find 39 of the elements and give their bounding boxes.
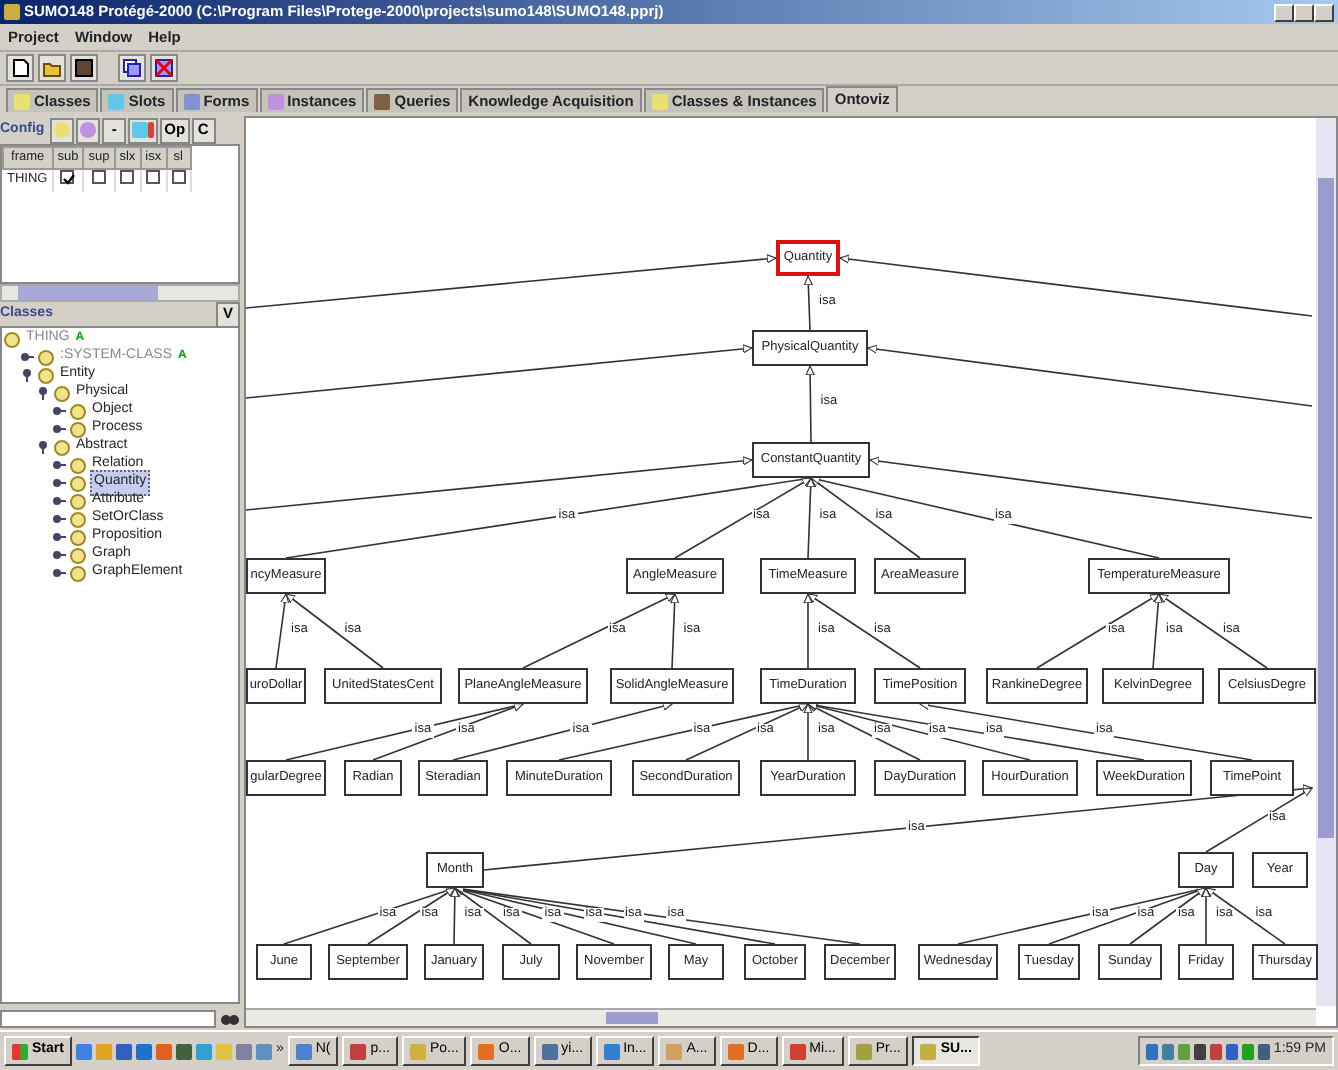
- scroll-bar[interactable]: [1316, 118, 1336, 1006]
- expand-handle-icon[interactable]: [52, 566, 66, 580]
- expand-handle-icon[interactable]: [52, 422, 66, 436]
- binoculars-icon[interactable]: [220, 1010, 240, 1026]
- search-field[interactable]: [0, 1009, 216, 1027]
- expand-handle-icon[interactable]: [52, 494, 66, 508]
- maximize-button[interactable]: [1294, 3, 1314, 21]
- expand-handle-icon[interactable]: [52, 458, 66, 472]
- expand-handle-icon[interactable]: [52, 404, 66, 418]
- tab-icon: [183, 93, 200, 109]
- tab-icon: [108, 93, 125, 109]
- collapse-handle-icon[interactable]: [36, 386, 50, 400]
- tab-icon: [267, 93, 284, 109]
- add-class-icon[interactable]: [76, 117, 101, 143]
- edge-arrow: [805, 365, 815, 443]
- expand-handle-icon[interactable]: [52, 476, 66, 490]
- collapse-handle-icon[interactable]: [20, 368, 34, 382]
- add-class-icon[interactable]: [50, 117, 75, 143]
- collapse-handle-icon[interactable]: [36, 440, 50, 454]
- minimize-button[interactable]: [1274, 3, 1294, 21]
- expand-handle-icon[interactable]: [20, 350, 34, 364]
- expand-handle-icon[interactable]: [52, 530, 66, 544]
- delete-icon[interactable]: [150, 54, 178, 82]
- tab-icon: [651, 93, 668, 109]
- class-icon: [4, 331, 20, 347]
- close-button[interactable]: [1314, 3, 1334, 21]
- slot-icon[interactable]: [128, 117, 159, 143]
- tab-icon: [374, 93, 391, 109]
- folder-icon[interactable]: [38, 54, 66, 82]
- copy-icon[interactable]: [118, 54, 146, 82]
- expand-handle-icon[interactable]: [52, 512, 66, 526]
- save-icon[interactable]: [70, 54, 98, 82]
- scroll-bar[interactable]: [0, 284, 240, 302]
- app-icon: [4, 4, 20, 20]
- new-file-icon[interactable]: [6, 54, 34, 82]
- scroll-bar[interactable]: [246, 1008, 1316, 1026]
- tab-icon: [14, 93, 30, 109]
- expand-handle-icon[interactable]: [52, 548, 66, 562]
- edge-arrow: [803, 275, 813, 331]
